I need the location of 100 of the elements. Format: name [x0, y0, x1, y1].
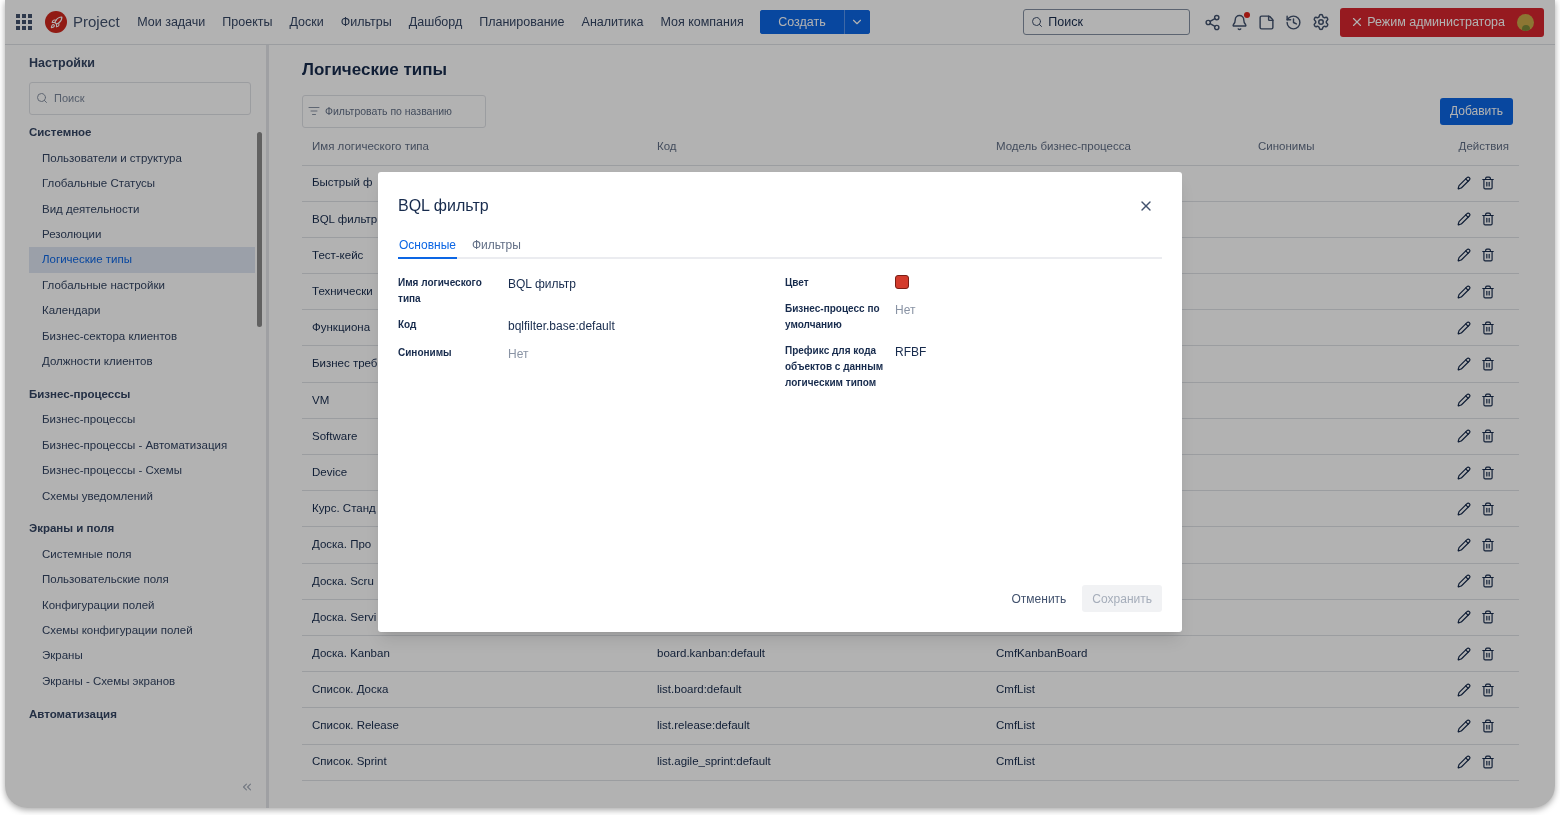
sidebar-item[interactable]: Логические типы	[29, 247, 255, 273]
delete-icon[interactable]	[1481, 212, 1495, 227]
delete-icon[interactable]	[1481, 284, 1495, 299]
note-icon[interactable]	[1258, 13, 1276, 31]
table-cell: Доска. Kanban	[312, 646, 390, 659]
column-header: Код	[657, 139, 678, 155]
sidebar-item[interactable]: Схемы уведомлений	[29, 483, 255, 509]
edit-icon[interactable]	[1457, 574, 1471, 589]
section-title: Системное	[29, 125, 93, 141]
delete-icon[interactable]	[1481, 176, 1495, 191]
bell-icon[interactable]	[1231, 13, 1249, 31]
table-cell: Список. Sprint	[312, 755, 387, 768]
dialog-title: BQL фильтр	[398, 196, 489, 216]
filter-field[interactable]: Фильтровать по названию	[302, 94, 486, 128]
sidebar-item[interactable]: Схемы конфигурации полей	[29, 618, 255, 644]
field-value: Нет	[508, 346, 529, 363]
nav-link[interactable]: Аналитика	[573, 12, 652, 32]
nav-link[interactable]: Дашборд	[400, 12, 471, 32]
edit-icon[interactable]	[1457, 610, 1471, 625]
delete-icon[interactable]	[1481, 320, 1495, 335]
sidebar-item[interactable]: Пользователи и структура	[29, 145, 255, 172]
edit-icon[interactable]	[1457, 357, 1471, 372]
admin-mode-button[interactable]: Режим администратора	[1340, 7, 1544, 37]
sidebar-item[interactable]: Бизнес-процессы	[29, 407, 255, 433]
edit-icon[interactable]	[1457, 212, 1471, 227]
sidebar-item[interactable]: Бизнес-процессы - Схемы	[29, 458, 255, 484]
nav-link[interactable]: Проекты	[213, 12, 281, 32]
edit-icon[interactable]	[1457, 682, 1471, 697]
edit-icon[interactable]	[1457, 501, 1471, 516]
delete-icon[interactable]	[1481, 357, 1495, 372]
delete-icon[interactable]	[1481, 610, 1495, 625]
brand-name[interactable]: Project	[73, 10, 120, 34]
sidebar-item[interactable]: Экраны	[29, 643, 255, 669]
edit-icon[interactable]	[1457, 537, 1471, 552]
sidebar-item[interactable]: Глобальные Статусы	[29, 171, 255, 197]
sidebar-search-field[interactable]: Поиск	[29, 81, 251, 115]
dialog-tab[interactable]: Основные	[398, 236, 457, 259]
history-icon[interactable]	[1285, 13, 1303, 31]
nav-link[interactable]: Фильтры	[332, 12, 401, 32]
cancel-button[interactable]: Отменить	[1011, 589, 1067, 608]
edit-icon[interactable]	[1457, 284, 1471, 299]
logo-icon[interactable]	[45, 11, 67, 33]
section-title: Бизнес-процессы	[29, 386, 132, 402]
edit-icon[interactable]	[1457, 393, 1471, 408]
delete-icon[interactable]	[1481, 718, 1495, 733]
nodes-icon[interactable]	[1204, 13, 1222, 31]
sidebar-item[interactable]: Должности клиентов	[29, 348, 255, 375]
dialog-tab[interactable]: Фильтры	[470, 236, 522, 259]
edit-icon[interactable]	[1457, 248, 1471, 263]
table-cell: list.board:default	[657, 683, 742, 696]
delete-icon[interactable]	[1481, 755, 1495, 770]
table-cell: CmfKanbanBoard	[996, 646, 1088, 659]
nav-link[interactable]: Планирование	[470, 12, 574, 32]
settings-icon[interactable]	[1312, 13, 1331, 31]
field-value: Нет	[895, 302, 916, 319]
table-cell: Быстрый ф	[312, 176, 373, 189]
edit-icon[interactable]	[1457, 176, 1471, 191]
delete-icon[interactable]	[1481, 465, 1495, 480]
field-label: Синонимы	[398, 346, 453, 360]
app-grid-icon[interactable]	[16, 14, 32, 30]
delete-icon[interactable]	[1481, 537, 1495, 552]
delete-icon[interactable]	[1481, 393, 1495, 408]
field-value: RFBF	[895, 344, 927, 361]
sidebar-item[interactable]: Бизнес-сектора клиентов	[29, 323, 255, 349]
delete-icon[interactable]	[1481, 646, 1495, 661]
table-cell: board.kanban:default	[657, 646, 766, 659]
sidebar-item[interactable]: Пользовательские поля	[29, 567, 255, 593]
edit-icon[interactable]	[1457, 646, 1471, 661]
sidebar-item[interactable]: Экраны - Схемы экранов	[29, 668, 255, 695]
nav-link[interactable]: Моя компания	[651, 12, 753, 32]
edit-icon[interactable]	[1457, 755, 1471, 770]
delete-icon[interactable]	[1481, 682, 1495, 697]
edit-icon[interactable]	[1457, 718, 1471, 733]
delete-icon[interactable]	[1481, 501, 1495, 516]
table-cell: Список. Release	[312, 719, 399, 732]
sidebar-item[interactable]: Календари	[29, 298, 255, 324]
sidebar-item[interactable]: Конфигурации полей	[29, 592, 255, 618]
create-menu-button[interactable]	[843, 10, 870, 34]
delete-icon[interactable]	[1481, 429, 1495, 444]
sidebar-item[interactable]: Системные поля	[29, 541, 255, 568]
edit-icon[interactable]	[1457, 465, 1471, 480]
nav-link[interactable]: Доски	[280, 12, 333, 32]
edit-icon[interactable]	[1457, 429, 1471, 444]
sidebar-item[interactable]: Вид деятельности	[29, 196, 255, 222]
edit-icon[interactable]	[1457, 320, 1471, 335]
column-header: Действия	[1457, 139, 1510, 155]
table-cell: Список. Доска	[312, 683, 389, 696]
table-cell: Курс. Станд	[312, 502, 376, 515]
search-field[interactable]: Поиск	[1023, 9, 1191, 35]
table-cell: BQL фильтр	[312, 212, 378, 225]
table-cell: Доска. Про	[312, 538, 372, 551]
delete-icon[interactable]	[1481, 574, 1495, 589]
sidebar-item[interactable]: Резолюции	[29, 221, 255, 248]
add-button[interactable]: Добавить	[1439, 97, 1513, 125]
sidebar-item[interactable]: Глобальные настройки	[29, 272, 255, 299]
table-cell: Тест-кейс	[312, 248, 364, 261]
sidebar-item[interactable]: Бизнес-процессы - Автоматизация	[29, 432, 255, 459]
table-cell: CmfList	[996, 683, 1035, 696]
nav-link[interactable]: Мои задачи	[128, 12, 214, 32]
delete-icon[interactable]	[1481, 248, 1495, 263]
